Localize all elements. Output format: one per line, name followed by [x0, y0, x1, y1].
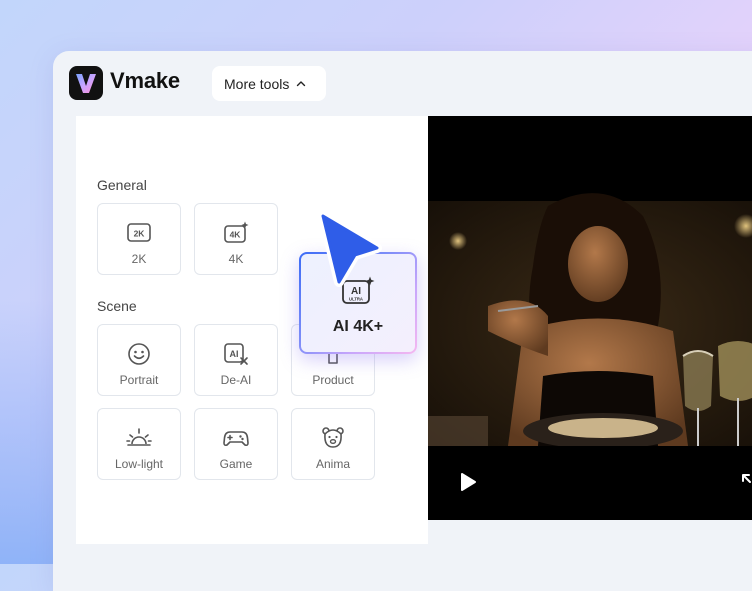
tile-label: Anima [315, 457, 350, 471]
tile-label: Game [219, 457, 253, 471]
tile-game[interactable]: Game [194, 408, 278, 480]
tile-label: 2K [131, 252, 147, 266]
2k-icon: 2K [127, 223, 151, 242]
sunrise-icon [126, 428, 152, 446]
tile-label: Portrait [119, 373, 159, 387]
svg-text:ULTRA: ULTRA [349, 297, 363, 302]
de-ai-icon: AI [224, 343, 248, 365]
tile-label: 4K [228, 252, 244, 266]
app-window: Vmake More tools General 2K 2K 4K 4K Sce… [53, 51, 752, 591]
tile-low-light[interactable]: Low-light [97, 408, 181, 480]
scene-section-title: Scene [97, 298, 137, 314]
brand-name: Vmake [110, 68, 180, 93]
chevron-up-icon [297, 80, 306, 86]
svg-text:AI: AI [230, 349, 239, 359]
tile-4k[interactable]: 4K 4K [194, 203, 278, 275]
top-bar: Vmake More tools [53, 51, 752, 115]
tile-label: Product [312, 373, 354, 387]
video-player[interactable] [428, 116, 752, 520]
player-controls [428, 446, 752, 520]
tile-de-ai[interactable]: AI De-AI [194, 324, 278, 396]
svg-text:4K: 4K [230, 230, 242, 240]
tile-label: De-AI [220, 373, 252, 387]
more-tools-button[interactable]: More tools [212, 66, 326, 101]
more-tools-label: More tools [224, 75, 290, 92]
tile-portrait[interactable]: Portrait [97, 324, 181, 396]
enhance-options-panel: General 2K 2K 4K 4K Scene Portrait AI De… [76, 116, 428, 544]
background-glow [0, 300, 60, 564]
4k-sparkle-icon: 4K [224, 221, 249, 243]
bear-icon [322, 427, 344, 448]
play-icon[interactable] [458, 471, 478, 493]
svg-text:2K: 2K [134, 229, 146, 239]
gamepad-icon [223, 431, 249, 447]
tile-anima[interactable]: Anima [291, 408, 375, 480]
tile-label: Low-light [114, 457, 164, 471]
tile-label: AI 4K+ [332, 318, 384, 335]
tile-2k[interactable]: 2K 2K [97, 203, 181, 275]
expand-icon[interactable] [740, 472, 752, 494]
general-section-title: General [97, 177, 147, 193]
vmake-logo-icon[interactable] [69, 66, 103, 100]
smiley-icon [128, 343, 150, 365]
pointer-cursor-icon [318, 211, 382, 287]
